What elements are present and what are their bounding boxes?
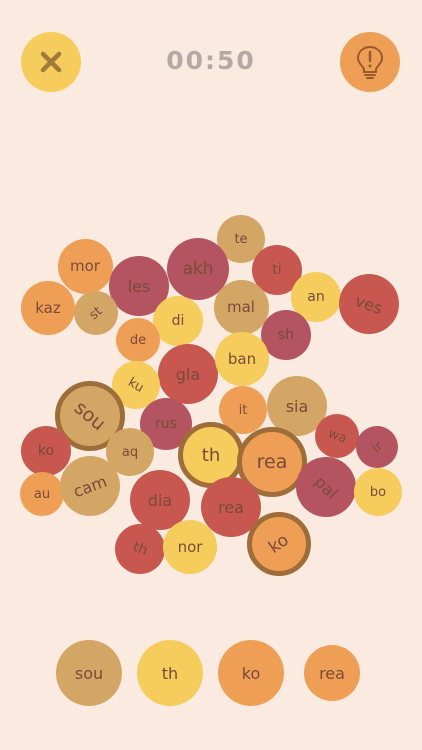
bubble-label: ko <box>265 530 293 558</box>
bubble-label: st <box>86 303 106 323</box>
bubble-label: th <box>130 539 150 559</box>
bubble-label: an <box>307 289 325 305</box>
bubble-label: rea <box>256 451 288 473</box>
bubble-label: di <box>171 313 185 329</box>
bubble[interactable]: ves <box>339 274 399 334</box>
bubble-label: te <box>234 231 248 247</box>
tray-bubble-label: rea <box>319 663 345 683</box>
bubble-label: gla <box>175 364 201 384</box>
bubble-label: ti <box>272 262 282 278</box>
bubble-label: ves <box>352 290 386 318</box>
bubble-label: aq <box>121 444 139 460</box>
bubble-label: mal <box>227 298 255 316</box>
bubble-label: mor <box>70 257 100 275</box>
bubble[interactable]: nor <box>163 520 217 574</box>
bubble[interactable]: th <box>115 524 165 574</box>
bubble[interactable]: wa <box>315 414 359 458</box>
bubble[interactable]: au <box>20 472 64 516</box>
bubble[interactable]: mor <box>57 238 113 294</box>
tray-bubble-label: ko <box>241 663 261 683</box>
bubble-label: de <box>129 332 147 348</box>
bubble-label: les <box>127 276 151 296</box>
bubble-board: te mor les akh ti kaz st di mal an ves de sh gla ban ku… <box>0 0 422 750</box>
bubble-label: th <box>201 444 221 466</box>
tray-bubble[interactable]: ko <box>218 640 284 706</box>
bubble[interactable]: ban <box>215 332 269 386</box>
bubble-label: rea <box>218 497 244 517</box>
bubble-label: sh <box>277 327 295 343</box>
bubble-label: sou <box>70 396 110 436</box>
bubble-label: ko <box>37 443 55 459</box>
bubble-label: pal <box>310 471 342 503</box>
bubble[interactable]: de <box>116 318 160 362</box>
bubble[interactable]: bo <box>354 468 402 516</box>
bubble-label: ban <box>227 350 257 368</box>
bubble-label: nor <box>177 538 203 556</box>
tray-bubble[interactable]: rea <box>304 645 360 701</box>
bubble-label: rus <box>155 416 177 432</box>
bubble[interactable]: pal <box>296 457 356 517</box>
bubble-label: au <box>33 486 51 502</box>
bubble-label: cam <box>70 471 110 501</box>
tray-bubble-label: sou <box>74 663 104 683</box>
bubble[interactable]: st <box>74 291 118 335</box>
bubble-label: bo <box>369 484 387 500</box>
bubble-label: ku <box>125 374 147 396</box>
bubble[interactable]: cam <box>60 456 120 516</box>
bubble-label: ir <box>368 438 386 456</box>
tray-bubble[interactable]: th <box>137 640 203 706</box>
tray-bubble[interactable]: sou <box>56 640 122 706</box>
bubble[interactable]: ir <box>356 426 398 468</box>
bubble-label: akh <box>182 259 214 279</box>
bubble-label: kaz <box>35 299 61 317</box>
bubble[interactable]: gla <box>158 344 218 404</box>
bubble[interactable]: di <box>153 296 203 346</box>
bubble-label: dia <box>147 490 173 510</box>
bubble-label: it <box>238 402 248 418</box>
bubble-label: wa <box>325 425 349 447</box>
bubble-label: sia <box>285 396 309 416</box>
tray-bubble-label: th <box>161 663 179 683</box>
bubble[interactable]: sh <box>261 310 311 360</box>
bubble[interactable]: kaz <box>21 281 75 335</box>
bubble[interactable]: ko <box>247 512 311 576</box>
bubble[interactable]: mal <box>213 279 269 335</box>
bubble[interactable]: ko <box>21 426 71 476</box>
